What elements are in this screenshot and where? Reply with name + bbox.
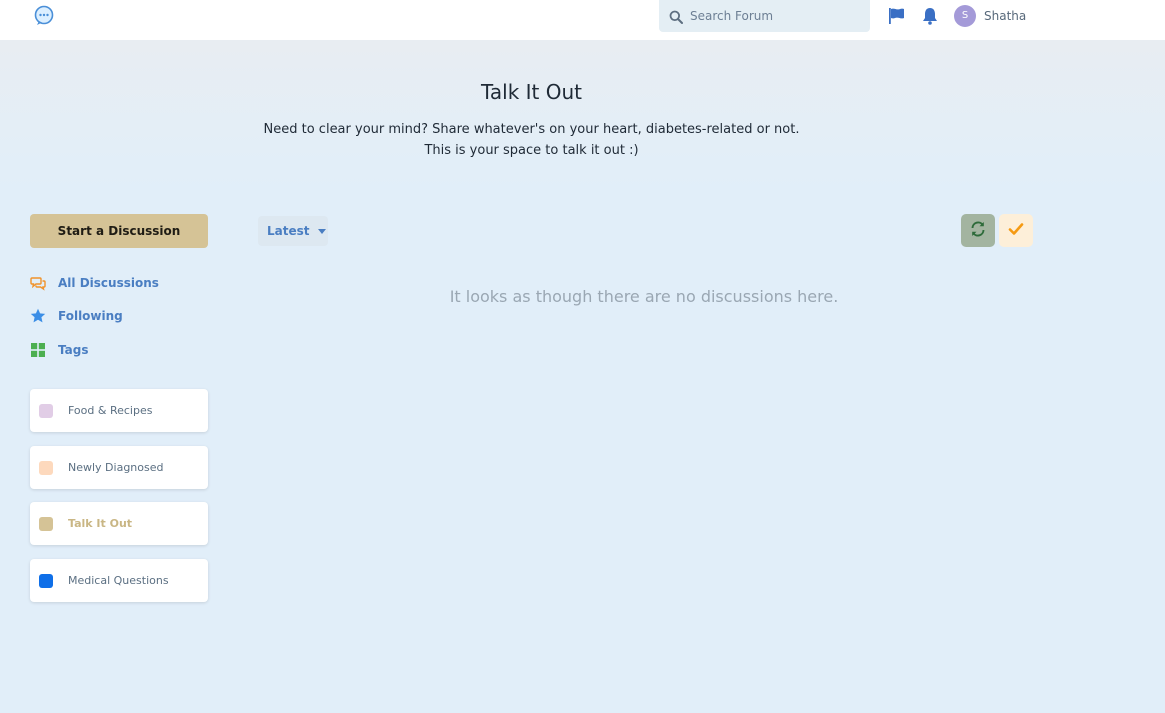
search-icon	[669, 9, 683, 24]
grid-icon	[30, 342, 46, 358]
tag-talk-it-out[interactable]: Talk It Out	[30, 502, 208, 545]
user-menu[interactable]: S Shatha	[954, 4, 1026, 27]
page-title: Talk It Out	[480, 80, 582, 104]
top-header: S Shatha	[0, 0, 1165, 40]
username: Shatha	[984, 8, 1027, 23]
tag-color-swatch	[39, 403, 53, 418]
tag-label: Food & Recipes	[68, 404, 153, 417]
tag-newly-diagnosed[interactable]: Newly Diagnosed	[30, 446, 208, 489]
tag-hero: Talk It Out Need to clear your mind? Sha…	[0, 40, 1165, 190]
nav-following[interactable]: Following	[30, 306, 123, 326]
sort-label: Latest	[267, 224, 310, 238]
page-description: Need to clear your mind? Share whatever'…	[263, 122, 800, 158]
nav-label: Following	[58, 309, 123, 323]
search-input[interactable]	[690, 6, 860, 26]
search-box[interactable]	[659, 0, 870, 32]
tag-medical-questions[interactable]: Medical Questions	[30, 559, 208, 602]
star-icon	[30, 308, 46, 324]
nav-tags[interactable]: Tags	[30, 340, 88, 360]
refresh-button[interactable]	[961, 214, 995, 247]
tag-food-recipes[interactable]: Food & Recipes	[30, 389, 208, 432]
caret-down-icon	[317, 228, 326, 234]
mark-all-read-button[interactable]	[999, 214, 1033, 247]
avatar: S	[954, 4, 976, 27]
check-icon	[1007, 220, 1025, 241]
nav-all-discussions[interactable]: All Discussions	[30, 273, 159, 293]
tag-color-swatch	[39, 573, 53, 588]
empty-state-message: It looks as though there are no discussi…	[449, 287, 839, 306]
forum-logo-icon[interactable]	[33, 5, 55, 27]
tag-color-swatch	[39, 460, 53, 475]
start-discussion-button[interactable]: Start a Discussion	[30, 214, 208, 248]
bell-icon[interactable]	[921, 6, 939, 26]
sort-dropdown[interactable]: Latest	[258, 216, 328, 246]
tag-color-swatch	[39, 516, 53, 531]
flag-icon[interactable]	[887, 6, 907, 26]
tag-label: Newly Diagnosed	[68, 461, 164, 474]
nav-label: Tags	[58, 343, 89, 357]
comments-icon	[30, 275, 46, 291]
refresh-icon	[969, 220, 987, 241]
tag-label: Talk It Out	[68, 517, 133, 530]
nav-label: All Discussions	[58, 276, 159, 290]
tag-label: Medical Questions	[68, 574, 169, 587]
